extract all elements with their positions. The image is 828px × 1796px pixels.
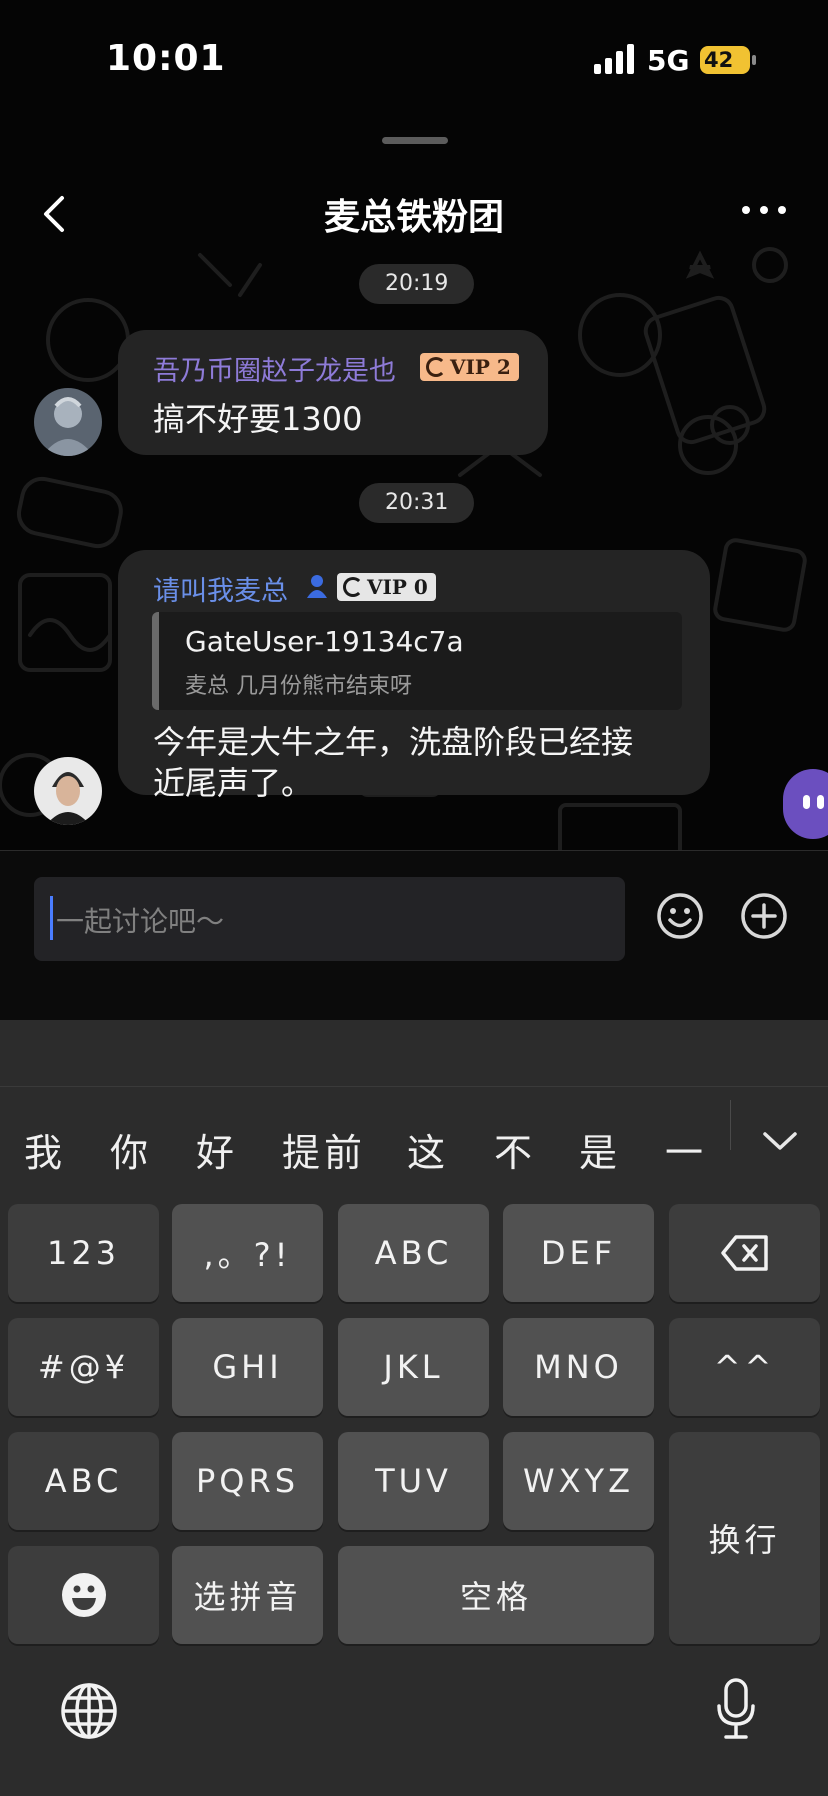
key-def[interactable]: DEF	[503, 1204, 654, 1302]
timestamp-pill: 20:31	[359, 483, 475, 523]
chevron-down-icon[interactable]	[762, 1130, 798, 1152]
back-icon[interactable]	[40, 192, 70, 236]
vip-badge: VIP 0	[337, 573, 436, 601]
vip-badge-label: VIP 2	[450, 355, 511, 379]
key-wxyz[interactable]: WXYZ	[503, 1432, 654, 1530]
vip-badge: VIP 2	[420, 353, 519, 381]
key-123[interactable]: 123	[8, 1204, 159, 1302]
avatar[interactable]	[34, 388, 102, 456]
candidate-word[interactable]: 好	[196, 1122, 234, 1177]
quoted-text: 麦总 几月份熊市结束呀	[185, 674, 412, 699]
avatar[interactable]	[34, 757, 102, 825]
space-key[interactable]: 空格	[338, 1546, 654, 1644]
candidate-word[interactable]: 这	[407, 1122, 445, 1177]
user-icon	[307, 575, 327, 598]
key-select-pinyin[interactable]: 选拼音	[172, 1546, 323, 1644]
key-emoticon[interactable]: ^^	[669, 1318, 820, 1416]
emoji-key[interactable]	[8, 1546, 159, 1644]
delete-icon	[720, 1235, 768, 1271]
key-mno[interactable]: MNO	[503, 1318, 654, 1416]
enter-key[interactable]: 换行	[669, 1432, 820, 1644]
sheet-grabber[interactable]	[382, 137, 448, 144]
candidate-word[interactable]: 一	[665, 1122, 703, 1177]
sender-name[interactable]: 吾乃币圈赵子龙是也	[153, 349, 396, 388]
sender-name[interactable]: 请叫我麦总	[153, 569, 288, 608]
key-abc[interactable]: ABC	[338, 1204, 489, 1302]
globe-icon[interactable]	[60, 1682, 118, 1740]
timestamp-pill: 20:19	[359, 264, 475, 304]
key-abc-switch[interactable]: ABC	[8, 1432, 159, 1530]
vip-badge-label: VIP 0	[367, 575, 428, 599]
signal-icon	[594, 44, 634, 74]
message-text: 搞不好要1300	[153, 400, 363, 438]
key-jkl[interactable]: JKL	[338, 1318, 489, 1416]
key-punctuation[interactable]: ,。?!	[172, 1204, 323, 1302]
candidate-word[interactable]: 是	[579, 1122, 617, 1177]
smiley-icon[interactable]	[656, 892, 704, 940]
status-time: 10:01	[106, 38, 226, 79]
network-type: 5G	[647, 44, 690, 77]
key-pqrs[interactable]: PQRS	[172, 1432, 323, 1530]
battery-level: 42	[704, 48, 734, 72]
page-title: 麦总铁粉团	[323, 197, 504, 238]
quoted-user: GateUser-19134c7a	[185, 625, 464, 658]
delete-key[interactable]	[669, 1204, 820, 1302]
message-text-line2: 近尾声了。	[153, 764, 314, 802]
message-input-placeholder: 一起讨论吧～	[56, 905, 225, 938]
more-icon[interactable]	[740, 200, 788, 220]
mic-icon[interactable]	[716, 1678, 756, 1740]
candidate-word[interactable]: 不	[494, 1122, 532, 1177]
text-cursor	[50, 896, 53, 940]
candidate-word[interactable]: 提前	[282, 1122, 366, 1177]
key-tuv[interactable]: TUV	[338, 1432, 489, 1530]
key-ghi[interactable]: GHI	[172, 1318, 323, 1416]
key-symbols[interactable]: #@¥	[8, 1318, 159, 1416]
divider	[0, 1086, 828, 1087]
emoji-face-icon	[61, 1573, 106, 1617]
chat-area[interactable]: 20:19 吾乃币圈赵子龙是也 VIP 2 搞不好要1300 20:31 请叫我…	[0, 245, 828, 850]
plus-icon[interactable]	[740, 892, 788, 940]
message-text-line1: 今年是大牛之年，洗盘阶段已经接	[153, 723, 634, 761]
candidate-word[interactable]: 我	[24, 1122, 62, 1177]
candidate-word[interactable]: 你	[110, 1122, 148, 1177]
divider	[730, 1100, 731, 1150]
assistant-bot-button[interactable]	[783, 769, 828, 839]
battery-icon: 42	[700, 46, 758, 74]
